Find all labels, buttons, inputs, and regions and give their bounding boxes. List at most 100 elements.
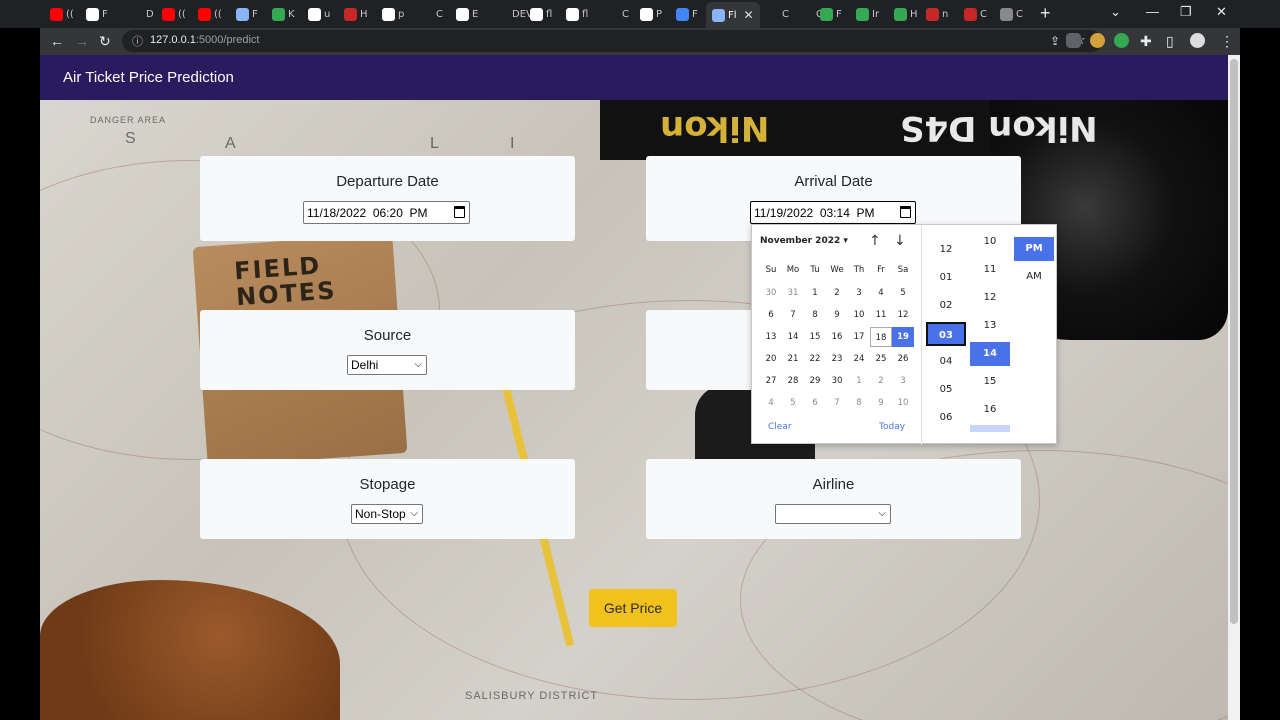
browser-tab[interactable]: C xyxy=(1000,4,1023,24)
menu-kebab-icon[interactable]: ⋮ xyxy=(1220,33,1234,49)
calendar-day[interactable]: 30 xyxy=(826,371,848,391)
hour-option[interactable]: 05 xyxy=(926,378,966,402)
calendar-day[interactable]: 6 xyxy=(760,305,782,325)
url-text[interactable]: 127.0.0.1:5000/predict xyxy=(150,34,259,46)
forward-icon[interactable]: → xyxy=(75,33,89,49)
hour-option[interactable]: 12 xyxy=(926,238,966,262)
calendar-day[interactable]: 26 xyxy=(892,349,914,369)
restore-icon[interactable]: ❐ xyxy=(1180,4,1192,20)
share-icon[interactable]: ⇪ xyxy=(1050,33,1060,49)
departure-date-input[interactable]: 11/18/2022 06:20 PM xyxy=(303,201,470,224)
calendar-day[interactable]: 18 xyxy=(870,327,892,347)
minute-option[interactable]: 13 xyxy=(970,314,1010,338)
meridiem-option[interactable]: AM xyxy=(1014,265,1054,289)
month-year-dropdown[interactable]: November 2022 ▾ xyxy=(760,236,848,246)
calendar-day[interactable]: 5 xyxy=(782,393,804,413)
browser-tab[interactable]: C xyxy=(964,4,987,24)
browser-tab[interactable]: F xyxy=(676,4,698,24)
calendar-day[interactable]: 10 xyxy=(892,393,914,413)
hour-option[interactable]: 02 xyxy=(926,294,966,318)
browser-tab[interactable]: C xyxy=(606,4,629,24)
calendar-day[interactable]: 7 xyxy=(826,393,848,413)
browser-tab[interactable]: F xyxy=(820,4,842,24)
arrow-down-icon[interactable]: ↓ xyxy=(894,233,906,249)
clear-link[interactable]: Clear xyxy=(768,422,792,432)
new-tab-icon[interactable]: + xyxy=(1040,3,1051,24)
browser-tab[interactable]: fl xyxy=(566,4,588,24)
calendar-day[interactable]: 7 xyxy=(782,305,804,325)
browser-tab[interactable]: F xyxy=(86,4,108,24)
browser-tab[interactable]: fl xyxy=(530,4,552,24)
close-tab-icon[interactable]: ✕ xyxy=(744,8,754,22)
browser-tab[interactable]: Ir xyxy=(856,4,879,24)
calendar-day[interactable]: 21 xyxy=(782,349,804,369)
browser-tab[interactable]: u xyxy=(308,4,330,24)
minute-option[interactable]: 12 xyxy=(970,286,1010,310)
calendar-day[interactable]: 22 xyxy=(804,349,826,369)
calendar-day[interactable]: 2 xyxy=(870,371,892,391)
calendar-day[interactable]: 3 xyxy=(892,371,914,391)
calendar-day[interactable]: 4 xyxy=(870,283,892,303)
meridiem-option[interactable]: PM xyxy=(1014,237,1054,261)
calendar-day[interactable]: 8 xyxy=(848,393,870,413)
calendar-day[interactable]: 1 xyxy=(848,371,870,391)
browser-tab[interactable]: P xyxy=(640,4,662,24)
stopage-select[interactable]: Non-Stop ⌵ xyxy=(351,504,423,524)
today-link[interactable]: Today xyxy=(879,422,905,432)
hour-option[interactable]: 04 xyxy=(926,350,966,374)
browser-tab[interactable]: K xyxy=(272,4,295,24)
calendar-day[interactable]: 13 xyxy=(760,327,782,347)
calendar-day[interactable]: 29 xyxy=(804,371,826,391)
calendar-day[interactable]: 15 xyxy=(804,327,826,347)
get-price-button[interactable]: Get Price xyxy=(589,589,677,627)
calendar-day[interactable]: 16 xyxy=(826,327,848,347)
arrival-date-input[interactable]: 11/19/2022 03:14 PM xyxy=(750,201,916,224)
scrollbar-thumb[interactable] xyxy=(1230,59,1238,624)
calendar-day[interactable]: 8 xyxy=(804,305,826,325)
extension-icon[interactable] xyxy=(1090,33,1105,48)
reload-icon[interactable]: ↻ xyxy=(99,33,111,49)
calendar-day[interactable]: 20 xyxy=(760,349,782,369)
browser-tab[interactable]: (( xyxy=(198,4,222,24)
browser-tab[interactable]: (( xyxy=(162,4,186,24)
arrow-up-icon[interactable]: ↑ xyxy=(869,233,881,249)
calendar-day[interactable]: 6 xyxy=(804,393,826,413)
calendar-day[interactable]: 2 xyxy=(826,283,848,303)
minute-option[interactable]: 15 xyxy=(970,370,1010,394)
minute-option[interactable]: 10 xyxy=(970,230,1010,254)
hour-option[interactable]: 03 xyxy=(926,322,966,346)
calendar-day[interactable]: 17 xyxy=(848,327,870,347)
minute-option[interactable]: 16 xyxy=(970,398,1010,422)
calendar-day[interactable]: 4 xyxy=(760,393,782,413)
extensions-puzzle-icon[interactable]: ✚ xyxy=(1140,33,1152,49)
calendar-day[interactable]: 25 xyxy=(870,349,892,369)
browser-tab[interactable]: n xyxy=(926,4,948,24)
airline-select[interactable]: ⌵ xyxy=(775,504,891,524)
browser-tab[interactable]: E xyxy=(456,4,478,24)
calendar-day[interactable]: 12 xyxy=(892,305,914,325)
calendar-icon[interactable] xyxy=(454,206,465,218)
calendar-day[interactable]: 5 xyxy=(892,283,914,303)
avatar[interactable] xyxy=(1190,33,1205,48)
calendar-day[interactable]: 19 xyxy=(892,327,914,347)
browser-tab[interactable]: F xyxy=(236,4,258,24)
navbar-brand[interactable]: Air Ticket Price Prediction xyxy=(63,69,234,86)
minute-option[interactable] xyxy=(970,425,1010,432)
browser-tab[interactable]: C xyxy=(766,4,789,24)
chevron-down-icon[interactable]: ⌄ xyxy=(1110,4,1121,20)
hour-option[interactable]: 01 xyxy=(926,266,966,290)
calendar-day[interactable]: 31 xyxy=(782,283,804,303)
browser-tab[interactable]: p xyxy=(382,4,404,24)
calendar-icon[interactable] xyxy=(900,206,911,218)
calendar-day[interactable]: 28 xyxy=(782,371,804,391)
calendar-day[interactable]: 27 xyxy=(760,371,782,391)
minute-option[interactable]: 14 xyxy=(970,342,1010,366)
calendar-day[interactable]: 14 xyxy=(782,327,804,347)
calendar-day[interactable]: 30 xyxy=(760,283,782,303)
calendar-day[interactable]: 11 xyxy=(870,305,892,325)
grammarly-icon[interactable] xyxy=(1114,33,1129,48)
calendar-day[interactable]: 23 xyxy=(826,349,848,369)
minimize-icon[interactable]: — xyxy=(1146,4,1159,19)
browser-tab[interactable]: D xyxy=(130,4,154,24)
calendar-day[interactable]: 10 xyxy=(848,305,870,325)
